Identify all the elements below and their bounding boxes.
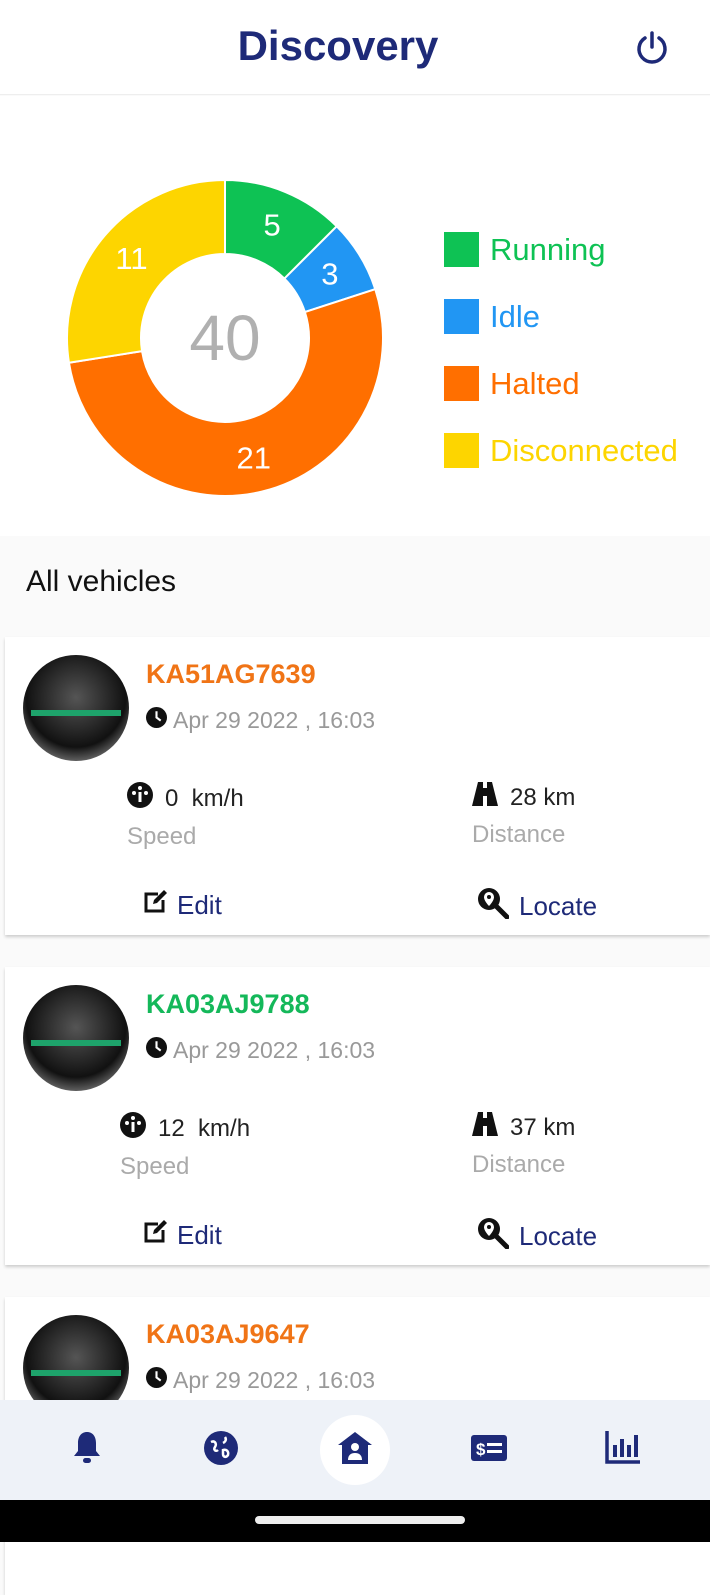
nav-reports[interactable] — [588, 1415, 658, 1485]
legend-label: Running — [490, 231, 606, 267]
slice-label: 11 — [115, 241, 147, 276]
speed-value: 0 km/h — [165, 784, 244, 812]
last-update: Apr 29 2022 , 16:03 — [146, 707, 375, 734]
edit-icon — [143, 1220, 167, 1251]
edit-button[interactable]: Edit — [143, 1220, 222, 1251]
last-update: Apr 29 2022 , 16:03 — [146, 1367, 375, 1394]
edit-icon — [143, 890, 167, 921]
legend-label: Disconnected — [490, 432, 678, 468]
legend-swatch — [444, 433, 479, 468]
bell-icon — [71, 1430, 103, 1471]
distance-stat: 28 km Distance — [472, 782, 575, 849]
edit-label: Edit — [177, 890, 222, 920]
legend-swatch — [444, 232, 479, 267]
nav-home[interactable] — [320, 1415, 390, 1485]
road-icon — [472, 782, 498, 813]
legend-item-disconnected[interactable]: Disconnected — [444, 417, 678, 484]
system-bar — [0, 1500, 710, 1542]
nav-map[interactable] — [186, 1415, 256, 1485]
legend-swatch — [444, 366, 479, 401]
bottom-nav: $ — [0, 1400, 710, 1500]
locate-icon — [477, 887, 510, 926]
vehicle-card[interactable]: KA03AJ9788 Apr 29 2022 , 16:03 12 km/h Spe… — [5, 967, 710, 1265]
distance-label: Distance — [472, 1151, 566, 1178]
chart-legend: Running Idle Halted Disconnected — [444, 216, 678, 484]
legend-item-halted[interactable]: Halted — [444, 350, 678, 417]
speedometer-icon — [127, 782, 153, 815]
speed-value: 12 km/h — [158, 1114, 251, 1142]
distance-value: 28 km — [510, 783, 576, 811]
speed-stat: 12 km/h Speed — [120, 1112, 250, 1181]
status-chart: 5 3 21 11 40 Running Idle Halted Disconnected — [0, 96, 710, 536]
legend-item-idle[interactable]: Idle — [444, 283, 678, 350]
vehicle-plate[interactable]: KA03AJ9788 — [146, 989, 310, 1020]
edit-button[interactable]: Edit — [143, 890, 222, 921]
last-update: Apr 29 2022 , 16:03 — [146, 1037, 375, 1064]
locate-icon — [477, 1217, 510, 1256]
speed-stat: 0 km/h Speed — [127, 782, 244, 851]
road-icon — [472, 1112, 498, 1143]
vehicle-plate[interactable]: KA51AG7639 — [146, 659, 316, 690]
timestamp: Apr 29 2022 , 16:03 — [173, 707, 376, 733]
chart-icon — [605, 1430, 641, 1470]
slice-label: 21 — [236, 441, 270, 476]
nav-notifications[interactable] — [52, 1415, 122, 1485]
clock-icon — [146, 707, 167, 734]
distance-value: 37 km — [510, 1113, 576, 1141]
vehicle-card[interactable]: KA51AG7639 Apr 29 2022 , 16:03 0 km/h Spee… — [5, 637, 710, 935]
timestamp: Apr 29 2022 , 16:03 — [173, 1367, 376, 1393]
speed-label: Speed — [120, 1153, 190, 1180]
globe-icon — [203, 1430, 239, 1471]
section-title: All vehicles — [26, 565, 177, 598]
power-icon[interactable] — [634, 30, 670, 71]
distance-label: Distance — [472, 821, 566, 848]
clock-icon — [146, 1367, 167, 1394]
edit-label: Edit — [177, 1220, 222, 1250]
slice-label: 3 — [321, 257, 338, 292]
vehicle-photo — [23, 655, 129, 761]
billing-icon: $ — [471, 1434, 507, 1466]
page-title: Discovery — [237, 22, 439, 69]
legend-label: Idle — [490, 298, 540, 334]
speed-label: Speed — [127, 823, 197, 850]
locate-label: Locate — [519, 1221, 598, 1251]
locate-button[interactable]: Locate — [477, 887, 597, 926]
locate-label: Locate — [519, 891, 598, 921]
total-count: 40 — [189, 302, 260, 374]
home-indicator[interactable] — [255, 1516, 465, 1524]
donut-chart: 5 3 21 11 40 — [66, 178, 384, 497]
timestamp: Apr 29 2022 , 16:03 — [173, 1037, 376, 1063]
legend-item-running[interactable]: Running — [444, 216, 678, 283]
vehicle-plate[interactable]: KA03AJ9647 — [146, 1319, 310, 1350]
app-header: Discovery — [0, 0, 710, 95]
home-user-icon — [337, 1431, 373, 1470]
nav-billing[interactable]: $ — [454, 1415, 524, 1485]
legend-swatch — [444, 299, 479, 334]
svg-text:$: $ — [476, 1440, 486, 1459]
locate-button[interactable]: Locate — [477, 1217, 597, 1256]
speedometer-icon — [120, 1112, 146, 1145]
legend-label: Halted — [490, 365, 580, 401]
distance-stat: 37 km Distance — [472, 1112, 575, 1179]
slice-label: 5 — [263, 207, 280, 242]
vehicle-photo — [23, 985, 129, 1091]
clock-icon — [146, 1037, 167, 1064]
